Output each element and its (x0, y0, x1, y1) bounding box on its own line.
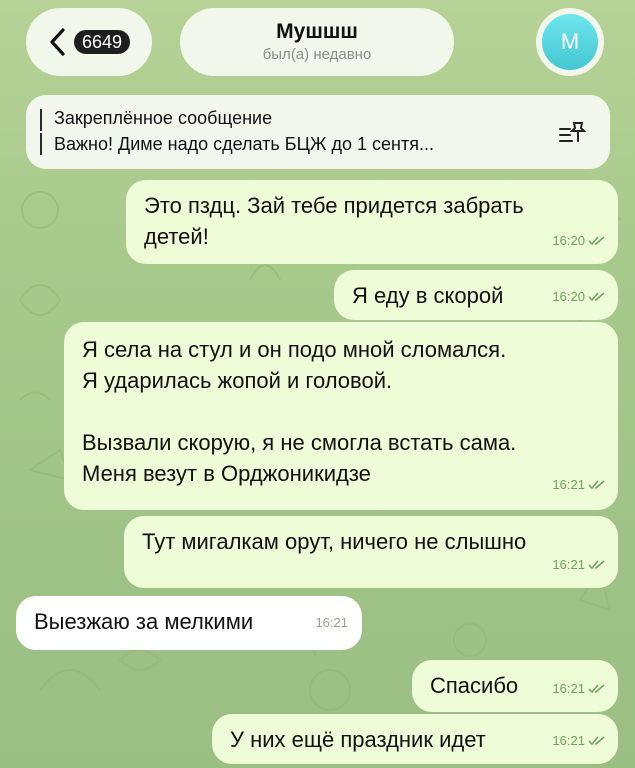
message-bubble[interactable]: У них ещё праздник идет 16:21 (212, 714, 618, 764)
message-time: 16:20 (552, 289, 585, 304)
message-bubble[interactable]: Выезжаю за мелкими 16:21 (16, 596, 362, 650)
pinned-indicator (40, 109, 42, 131)
message-time: 16:21 (315, 615, 348, 630)
chevron-left-icon (50, 28, 65, 56)
message-time: 16:20 (552, 233, 585, 248)
unread-count-badge: 6649 (74, 30, 131, 54)
pinned-indicator (40, 133, 42, 155)
pin-list-icon[interactable] (558, 117, 588, 147)
chat-name: Мушшш (276, 20, 358, 43)
back-button[interactable]: 6649 (26, 8, 152, 76)
double-check-icon (588, 479, 605, 489)
message-meta: 16:21 (552, 673, 606, 704)
avatar: М (542, 14, 598, 70)
message-meta: 16:20 (552, 225, 606, 256)
message-time: 16:21 (552, 557, 585, 572)
double-check-icon (588, 291, 605, 301)
message-time: 16:21 (552, 477, 585, 492)
double-check-icon (588, 683, 605, 693)
message-time: 16:21 (552, 733, 585, 748)
message-meta: 16:21 (552, 549, 606, 580)
avatar-button[interactable]: М (536, 8, 604, 76)
message-bubble[interactable]: Это пздц. Зай тебе придется забрать дете… (126, 180, 618, 264)
message-bubble[interactable]: Я еду в скорой 16:20 (334, 270, 618, 320)
message-text: Это пздц. Зай тебе придется забрать дете… (144, 193, 524, 249)
double-check-icon (588, 735, 605, 745)
message-meta: 16:21 (552, 725, 606, 756)
message-text: Выезжаю за мелкими (34, 609, 254, 634)
pinned-title: Закреплённое сообщение (54, 108, 273, 128)
message-text: Я села на стул и он подо мной сломался. … (82, 337, 517, 486)
message-text: Тут мигалкам орут, ничего не слышно (142, 529, 527, 554)
message-text: У них ещё праздник идет (230, 727, 486, 752)
message-meta: 16:20 (552, 281, 606, 312)
message-bubble[interactable]: Спасибо 16:21 (412, 660, 618, 712)
pinned-text: Важно! Диме надо сделать БЦЖ до 1 сентя.… (54, 134, 434, 154)
chat-status: был(а) недавно (262, 46, 372, 63)
message-bubble[interactable]: Я села на стул и он подо мной сломался. … (64, 322, 618, 510)
pinned-message[interactable]: Закреплённое сообщение Важно! Диме надо … (26, 95, 610, 169)
message-bubble[interactable]: Тут мигалкам орут, ничего не слышно 16:2… (124, 516, 618, 588)
message-meta: 16:21 (552, 469, 606, 500)
double-check-icon (588, 559, 605, 569)
message-meta: 16:21 (315, 607, 348, 638)
message-time: 16:21 (552, 681, 585, 696)
double-check-icon (588, 235, 605, 245)
chat-title-block[interactable]: Мушшш был(а) недавно (180, 8, 454, 76)
